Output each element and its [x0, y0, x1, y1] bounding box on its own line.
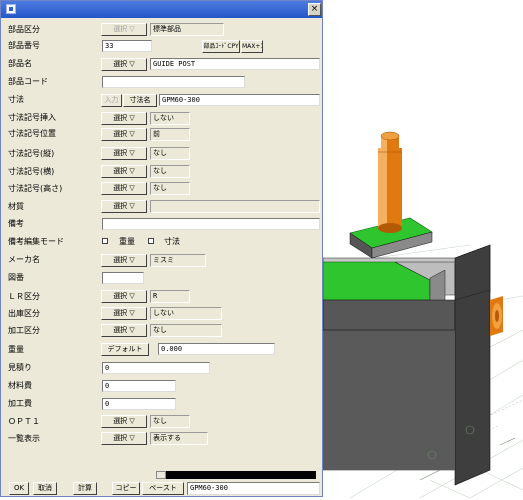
horizontal-scrollbar[interactable]: [166, 471, 316, 479]
drawing-number-input[interactable]: [102, 272, 144, 284]
select-processing-category-button[interactable]: 選択 ▽: [101, 324, 147, 337]
maker-name-value: ミスミ: [150, 254, 206, 267]
part-code-copy-button[interactable]: 部品ｺｰﾄﾞCPY: [202, 40, 240, 53]
material-cost-input[interactable]: 0: [102, 380, 176, 392]
label-processing-category: 加工区分: [8, 326, 40, 335]
processing-category-value: なし: [150, 324, 222, 337]
label-dim-symbol-horizontal: 寸法記号(横): [8, 167, 55, 176]
label-opt1: ＯＰＴ１: [8, 417, 40, 426]
weight-default-button[interactable]: デフォルト: [101, 343, 149, 356]
estimate-input[interactable]: 0: [102, 362, 210, 374]
dim-symbol-position-value: 前: [150, 128, 190, 141]
dimension-input-button[interactable]: 入力: [101, 94, 122, 107]
label-shipment-category: 出庫区分: [8, 309, 40, 318]
part-category-value: 標準部品: [150, 23, 224, 36]
title-bar[interactable]: ×: [1, 1, 322, 18]
label-lr-category: ＬＲ区分: [8, 292, 40, 301]
label-drawing-number: 図番: [8, 273, 24, 282]
part-name-field[interactable]: GUIDE POST: [150, 58, 320, 70]
status-field: GPM60-300: [187, 482, 320, 495]
max-plus-one-button[interactable]: MAX+1: [241, 40, 263, 53]
paste-button[interactable]: ペースト: [142, 482, 184, 495]
weight-checkbox-label: 重量: [119, 237, 135, 246]
scrollbar-left-arrow[interactable]: [156, 471, 166, 479]
label-part-category: 部品区分: [8, 25, 40, 34]
ok-button[interactable]: OK: [9, 482, 29, 495]
label-part-code: 部品コード: [8, 77, 48, 86]
select-opt1-button[interactable]: 選択 ▽: [101, 415, 147, 428]
cancel-button[interactable]: 取消: [33, 482, 57, 495]
dimension-field[interactable]: GPM60-300: [159, 94, 320, 106]
label-dimension: 寸法: [8, 95, 24, 104]
select-part-name-button[interactable]: 選択 ▽: [101, 58, 147, 71]
dim-symbol-vertical-value: なし: [150, 147, 190, 160]
processing-cost-input[interactable]: 0: [102, 398, 176, 410]
select-dim-symbol-height-button[interactable]: 選択 ▽: [101, 182, 147, 195]
part-number-input[interactable]: 33: [102, 40, 152, 52]
select-dim-symbol-position-button[interactable]: 選択 ▽: [101, 128, 147, 141]
dim-symbol-height-value: なし: [150, 182, 190, 195]
select-material-button[interactable]: 選択 ▽: [101, 200, 147, 213]
dim-symbol-insert-value: しない: [150, 112, 190, 125]
label-dim-symbol-height: 寸法記号(高さ): [8, 184, 63, 193]
weight-checkbox[interactable]: [102, 238, 108, 244]
select-list-display-button[interactable]: 選択 ▽: [101, 432, 147, 445]
label-material: 材質: [8, 202, 24, 211]
remarks-input[interactable]: [102, 218, 320, 230]
label-dim-symbol-insert: 寸法記号挿入: [8, 113, 56, 122]
label-remarks: 備考: [8, 219, 24, 228]
lr-category-value: R: [150, 290, 190, 303]
select-shipment-category-button[interactable]: 選択 ▽: [101, 307, 147, 320]
select-maker-name-button[interactable]: 選択 ▽: [101, 254, 147, 267]
label-remarks-edit-mode: 備考編集モード: [8, 237, 64, 246]
weight-input[interactable]: 0.000: [158, 343, 275, 355]
close-button[interactable]: ×: [308, 3, 321, 16]
select-dim-symbol-insert-button[interactable]: 選択 ▽: [101, 112, 147, 125]
label-weight: 重量: [8, 345, 24, 354]
opt1-value: なし: [150, 415, 190, 428]
dimension-checkbox-label: 寸法: [164, 237, 180, 246]
label-part-name: 部品名: [8, 59, 32, 68]
select-dim-symbol-vertical-button[interactable]: 選択 ▽: [101, 147, 147, 160]
copy-button[interactable]: コピー: [112, 482, 140, 495]
label-estimate: 見積り: [8, 363, 32, 372]
dim-symbol-horizontal-value: なし: [150, 165, 190, 178]
part-properties-dialog: × 部品区分 選択 ▽ 標準部品 部品番号 33 部品ｺｰﾄﾞCPY MAX+1…: [0, 0, 323, 497]
label-material-cost: 材料費: [8, 381, 32, 390]
select-dim-symbol-horizontal-button[interactable]: 選択 ▽: [101, 165, 147, 178]
select-part-category-button[interactable]: 選択 ▽: [101, 23, 147, 36]
list-display-value: 表示する: [150, 432, 208, 445]
select-lr-category-button[interactable]: 選択 ▽: [101, 290, 147, 303]
part-code-input[interactable]: [102, 76, 245, 88]
label-list-display: 一覧表示: [8, 434, 40, 443]
material-value: [150, 200, 320, 213]
dimension-name-button[interactable]: 寸法名: [123, 94, 157, 107]
calculate-button[interactable]: 計算: [73, 482, 97, 495]
label-maker-name: メーカ名: [8, 255, 40, 264]
shipment-category-value: しない: [150, 307, 222, 320]
app-icon[interactable]: [6, 4, 16, 14]
label-part-number: 部品番号: [8, 41, 40, 50]
label-dim-symbol-position: 寸法記号位置: [8, 129, 56, 138]
dimension-checkbox[interactable]: [148, 238, 154, 244]
label-processing-cost: 加工費: [8, 399, 32, 408]
label-dim-symbol-vertical: 寸法記号(縦): [8, 149, 55, 158]
